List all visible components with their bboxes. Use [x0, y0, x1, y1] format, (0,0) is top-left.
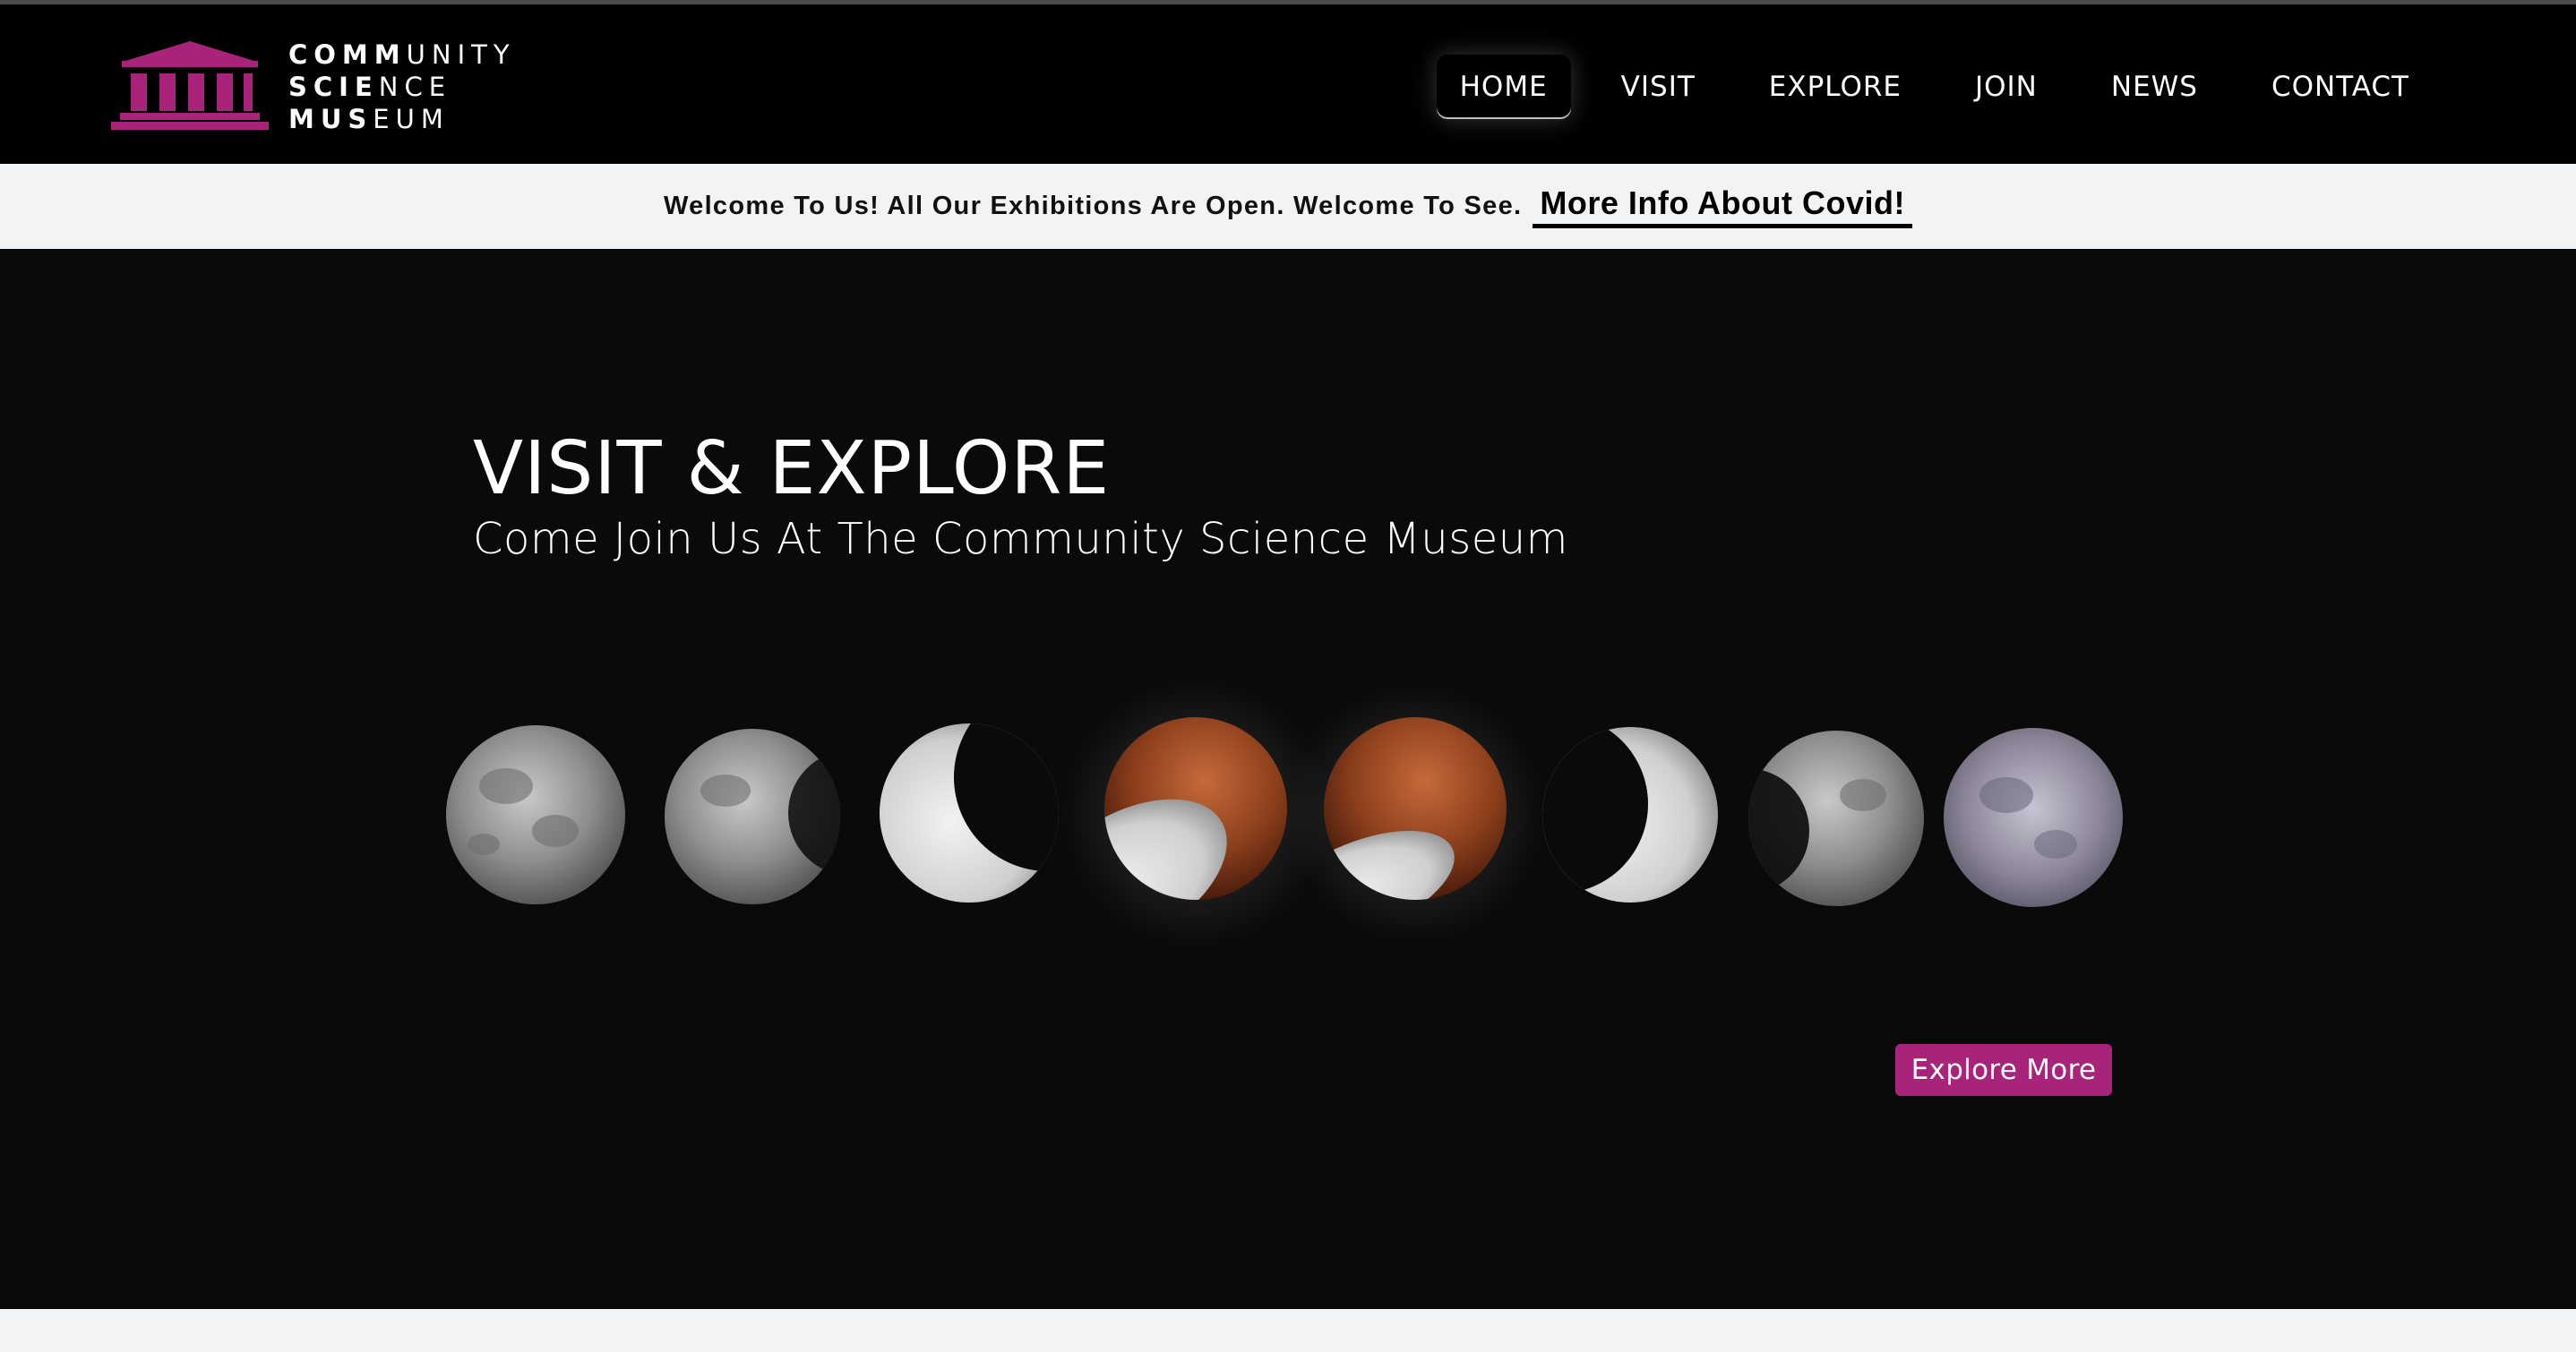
moon-phase-1 — [446, 725, 625, 904]
nav-explore[interactable]: EXPLORE — [1746, 55, 1925, 119]
nav-news[interactable]: NEWS — [2088, 55, 2221, 119]
hero-section: VISIT & EXPLORE Come Join Us At The Comm… — [0, 249, 2576, 1309]
hero-subtitle: Come Join Us At The Community Science Mu… — [473, 514, 1568, 564]
logo-wordmark: COMMUNITY SCIENCE MUSEUM — [288, 39, 516, 135]
logo-line-museum: MUSEUM — [288, 104, 450, 134]
explore-more-button[interactable]: Explore More — [1895, 1044, 2112, 1096]
moon-phase-8 — [1944, 728, 2123, 907]
museum-building-icon — [111, 41, 269, 130]
moon-phase-5 — [1285, 683, 1545, 943]
moon-phase-2 — [665, 729, 840, 904]
lunar-eclipse-image — [446, 679, 2123, 947]
announcement-text: Welcome To Us! All Our Exhibitions Are O… — [664, 192, 1523, 220]
announcement-bar: Welcome To Us! All Our Exhibitions Are O… — [0, 164, 2576, 249]
site-logo-link[interactable]: COMMUNITY SCIENCE MUSEUM — [109, 37, 510, 135]
nav-visit[interactable]: VISIT — [1598, 55, 1719, 119]
nav-home[interactable]: HOME — [1436, 55, 1571, 119]
nav-join[interactable]: JOIN — [1952, 55, 2061, 119]
logo-line-science: SCIENCE — [288, 72, 452, 102]
hero-title: VISIT & EXPLORE — [473, 426, 1111, 511]
main-nav: HOME VISIT EXPLORE JOIN NEWS CONTACT — [1410, 51, 2433, 123]
site-header: COMMUNITY SCIENCE MUSEUM HOME VISIT EXPL… — [0, 4, 2576, 164]
nav-contact[interactable]: CONTACT — [2248, 55, 2433, 119]
page-bottom-strip — [0, 1309, 2576, 1352]
covid-info-link[interactable]: More Info About Covid! — [1533, 184, 1912, 228]
logo-line-community: COMMUNITY — [288, 39, 516, 70]
moon-phase-7 — [1748, 731, 1924, 906]
